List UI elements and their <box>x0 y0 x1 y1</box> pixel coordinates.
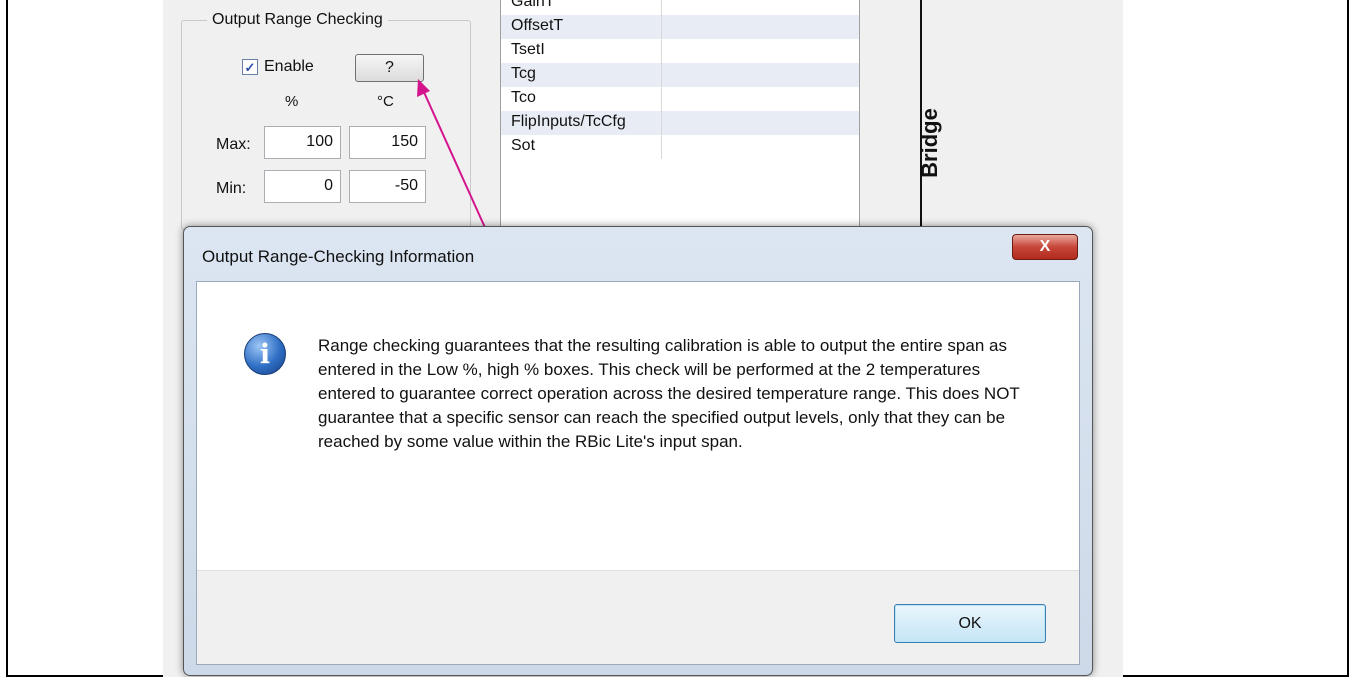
bridge-label: Bridge <box>917 108 942 178</box>
dialog-client: i Range checking guarantees that the res… <box>196 281 1080 665</box>
list-item[interactable]: OffsetT <box>501 15 859 39</box>
group-title: Output Range Checking <box>207 11 388 29</box>
list-item[interactable]: FlipInputs/TcCfg <box>501 111 859 135</box>
info-dialog: Output Range-Checking Information X i Ra… <box>183 226 1093 676</box>
min-celsius-input[interactable]: -50 <box>349 170 426 203</box>
max-celsius-input[interactable]: 150 <box>349 126 426 159</box>
unit-percent: % <box>285 93 299 110</box>
list-item[interactable]: TsetI <box>501 39 859 63</box>
dialog-title: Output Range-Checking Information <box>202 247 475 266</box>
list-item[interactable]: Tcg <box>501 63 859 87</box>
checkmark-icon: ✓ <box>242 59 258 75</box>
list-item[interactable]: Sot <box>501 135 859 159</box>
info-icon: i <box>244 333 286 375</box>
enable-label: Enable <box>264 58 314 75</box>
close-icon: X <box>1039 238 1051 255</box>
enable-checkbox[interactable]: ✓ Enable <box>242 58 314 76</box>
max-percent-input[interactable]: 100 <box>264 126 341 159</box>
close-button[interactable]: X <box>1012 234 1078 260</box>
max-label: Max: <box>216 136 251 153</box>
min-label: Min: <box>216 180 247 197</box>
help-button[interactable]: ? <box>355 54 424 82</box>
list-item[interactable]: GainT <box>501 0 859 15</box>
ok-button[interactable]: OK <box>894 604 1046 643</box>
dialog-message: Range checking guarantees that the resul… <box>318 336 1020 451</box>
unit-celsius: °C <box>377 93 394 110</box>
parameter-list[interactable]: GainT OffsetT TsetI Tcg Tco FlipInputs/T… <box>500 0 860 240</box>
dialog-footer: OK <box>197 570 1079 664</box>
min-percent-input[interactable]: 0 <box>264 170 341 203</box>
list-item[interactable]: Tco <box>501 87 859 111</box>
